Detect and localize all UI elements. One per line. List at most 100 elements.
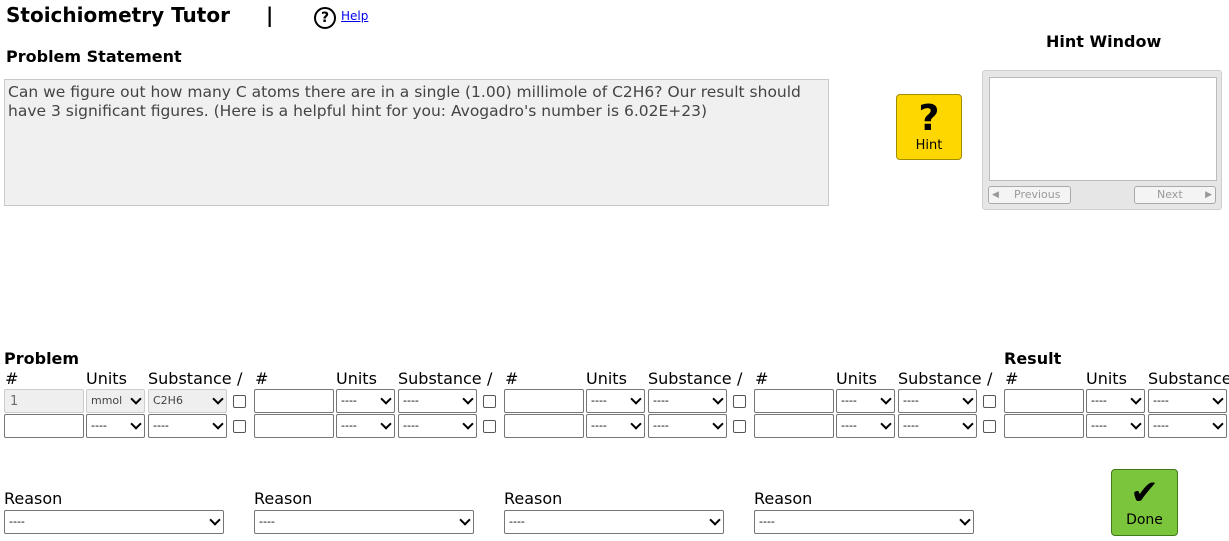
checkbox[interactable] xyxy=(233,420,246,433)
col-header-substance: Substance xyxy=(148,369,232,388)
next-button[interactable]: Next ▶ xyxy=(1134,186,1216,204)
units-select[interactable]: ---- xyxy=(336,414,395,438)
col-header-substance: Substance xyxy=(648,369,732,388)
hint-button[interactable]: ? Hint xyxy=(896,94,962,160)
chevron-down-icon xyxy=(380,393,392,405)
previous-button[interactable]: ◀ Previous xyxy=(988,186,1071,204)
chevron-down-icon xyxy=(130,418,142,430)
substance-select[interactable]: ---- xyxy=(648,414,727,438)
chevron-down-icon xyxy=(1212,418,1224,430)
quantity-input[interactable] xyxy=(504,389,584,413)
units-value: ---- xyxy=(591,419,607,432)
hint-window-title: Hint Window xyxy=(1046,32,1162,51)
result-substance-select[interactable]: ---- xyxy=(1148,389,1227,413)
checkbox[interactable] xyxy=(733,420,746,433)
app-title: Stoichiometry Tutor xyxy=(6,3,230,27)
chevron-down-icon xyxy=(380,418,392,430)
chevron-down-icon xyxy=(630,393,642,405)
title-separator: | xyxy=(266,3,274,27)
chevron-down-icon xyxy=(880,418,892,430)
quantity-input[interactable] xyxy=(4,414,84,438)
reason-select[interactable]: ---- xyxy=(754,510,974,534)
chevron-down-icon xyxy=(462,418,474,430)
col-header-divider: / xyxy=(237,369,243,388)
units-select[interactable]: ---- xyxy=(586,389,645,413)
chevron-down-icon xyxy=(630,418,642,430)
substance-select[interactable]: ---- xyxy=(898,414,977,438)
quantity-input[interactable] xyxy=(754,414,834,438)
checkbox[interactable] xyxy=(483,395,496,408)
units-select[interactable]: ---- xyxy=(86,414,145,438)
quantity-input[interactable] xyxy=(254,414,334,438)
result-substance-select[interactable]: ---- xyxy=(1148,414,1227,438)
chevron-down-icon xyxy=(209,514,221,526)
checkbox[interactable] xyxy=(483,420,496,433)
result-quantity-input[interactable] xyxy=(1004,414,1084,438)
chevron-down-icon xyxy=(459,514,471,526)
col-header-number: # xyxy=(5,369,19,388)
col-header-substance: Substance xyxy=(1148,369,1229,388)
col-header-number: # xyxy=(755,369,769,388)
chevron-down-icon xyxy=(130,393,142,405)
col-header-number: # xyxy=(255,369,269,388)
chevron-down-icon xyxy=(712,393,724,405)
checkbox[interactable] xyxy=(983,395,996,408)
units-value: ---- xyxy=(341,419,357,432)
result-units-select[interactable]: ---- xyxy=(1086,389,1145,413)
reason-value: ---- xyxy=(509,515,525,528)
units-select[interactable]: ---- xyxy=(836,389,895,413)
quantity-input[interactable] xyxy=(504,414,584,438)
help-icon[interactable]: ? xyxy=(314,7,336,29)
units-select[interactable]: ---- xyxy=(586,414,645,438)
quantity-input[interactable] xyxy=(254,389,334,413)
col-header-units: Units xyxy=(586,369,627,388)
reason-select[interactable]: ---- xyxy=(504,510,724,534)
chevron-down-icon xyxy=(880,393,892,405)
units-select[interactable]: ---- xyxy=(336,389,395,413)
checkbox[interactable] xyxy=(733,395,746,408)
col-header-divider: / xyxy=(987,369,993,388)
units-value: ---- xyxy=(841,394,857,407)
arrow-left-icon: ◀ xyxy=(992,190,999,200)
arrow-right-icon: ▶ xyxy=(1205,190,1212,200)
chevron-down-icon xyxy=(1212,393,1224,405)
problem-statement-label: Problem Statement xyxy=(6,47,182,66)
substance-select[interactable]: ---- xyxy=(398,414,477,438)
substance-select[interactable]: ---- xyxy=(648,389,727,413)
quantity-input[interactable] xyxy=(754,389,834,413)
given-units-value: mmol xyxy=(91,394,123,407)
result-quantity-input[interactable] xyxy=(1004,389,1084,413)
problem-statement-text: Can we figure out how many C atoms there… xyxy=(4,79,829,206)
result-units-select[interactable]: ---- xyxy=(1086,414,1145,438)
substance-select[interactable]: ---- xyxy=(898,389,977,413)
help-link[interactable]: Help xyxy=(341,9,368,23)
question-mark-icon: ? xyxy=(918,98,940,139)
col-header-substance: Substance xyxy=(898,369,982,388)
substance-value: ---- xyxy=(903,394,919,407)
col-header-substance: Substance xyxy=(398,369,482,388)
checkbox[interactable] xyxy=(233,395,246,408)
reason-select[interactable]: ---- xyxy=(4,510,224,534)
checkmark-icon: ✔ xyxy=(1130,473,1159,513)
col-header-units: Units xyxy=(836,369,877,388)
substance-value: ---- xyxy=(403,419,419,432)
hint-content xyxy=(989,77,1217,181)
substance-select[interactable]: ---- xyxy=(398,389,477,413)
hint-window: ◀ Previous Next ▶ xyxy=(982,70,1222,210)
units-select[interactable]: ---- xyxy=(836,414,895,438)
chevron-down-icon xyxy=(709,514,721,526)
done-button[interactable]: ✔ Done xyxy=(1111,469,1178,536)
hint-button-label: Hint xyxy=(915,138,943,153)
substance-select[interactable]: ---- xyxy=(148,414,227,438)
given-units-select: mmol xyxy=(86,389,145,413)
chevron-down-icon xyxy=(1130,393,1142,405)
col-header-units: Units xyxy=(86,369,127,388)
given-quantity-input xyxy=(4,389,84,413)
result-section-label: Result xyxy=(1004,349,1062,368)
checkbox[interactable] xyxy=(983,420,996,433)
units-value: ---- xyxy=(1091,419,1107,432)
chevron-down-icon xyxy=(462,393,474,405)
reason-select[interactable]: ---- xyxy=(254,510,474,534)
substance-value: ---- xyxy=(153,419,169,432)
units-value: ---- xyxy=(591,394,607,407)
